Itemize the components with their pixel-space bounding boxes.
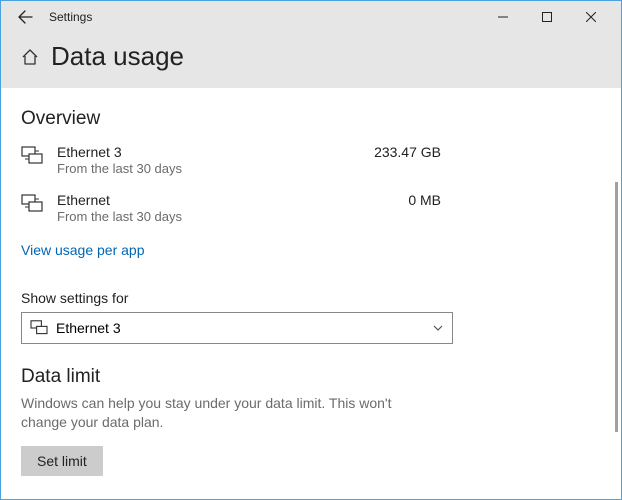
network-info: Ethernet 3 From the last 30 days [57,144,337,176]
maximize-icon [542,12,552,22]
maximize-button[interactable] [525,1,569,33]
network-row: Ethernet 3 From the last 30 days 233.47 … [21,144,601,176]
network-name: Ethernet 3 [57,144,337,160]
network-period: From the last 30 days [57,161,337,176]
ethernet-icon [30,320,48,336]
window-title: Settings [49,10,481,24]
network-info: Ethernet From the last 30 days [57,192,337,224]
window-titlebar: Settings [1,1,621,33]
network-period: From the last 30 days [57,209,337,224]
page-header: Data usage [1,33,621,88]
content-area: Overview Ethernet 3 From the last 30 day… [1,88,621,498]
back-button[interactable] [9,1,41,33]
window-controls [481,1,613,33]
show-settings-for-label: Show settings for [21,290,601,306]
data-limit-heading: Data limit [21,366,601,388]
home-icon[interactable] [21,48,39,66]
page-title: Data usage [51,41,184,72]
ethernet-icon [21,192,43,214]
network-usage: 0 MB [351,192,441,208]
overview-heading: Overview [21,108,601,130]
close-icon [586,12,596,22]
network-row: Ethernet From the last 30 days 0 MB [21,192,601,224]
ethernet-icon [21,144,43,166]
network-usage: 233.47 GB [351,144,441,160]
data-limit-description: Windows can help you stay under your dat… [21,394,441,432]
view-usage-per-app-link[interactable]: View usage per app [21,242,145,258]
show-settings-for-dropdown[interactable]: Ethernet 3 [21,312,453,344]
dropdown-selected-value: Ethernet 3 [56,320,432,336]
minimize-button[interactable] [481,1,525,33]
network-name: Ethernet [57,192,337,208]
scrollbar[interactable] [615,182,618,432]
close-button[interactable] [569,1,613,33]
chevron-down-icon [432,322,444,334]
minimize-icon [498,12,508,22]
arrow-left-icon [17,9,33,25]
set-limit-button[interactable]: Set limit [21,446,103,476]
